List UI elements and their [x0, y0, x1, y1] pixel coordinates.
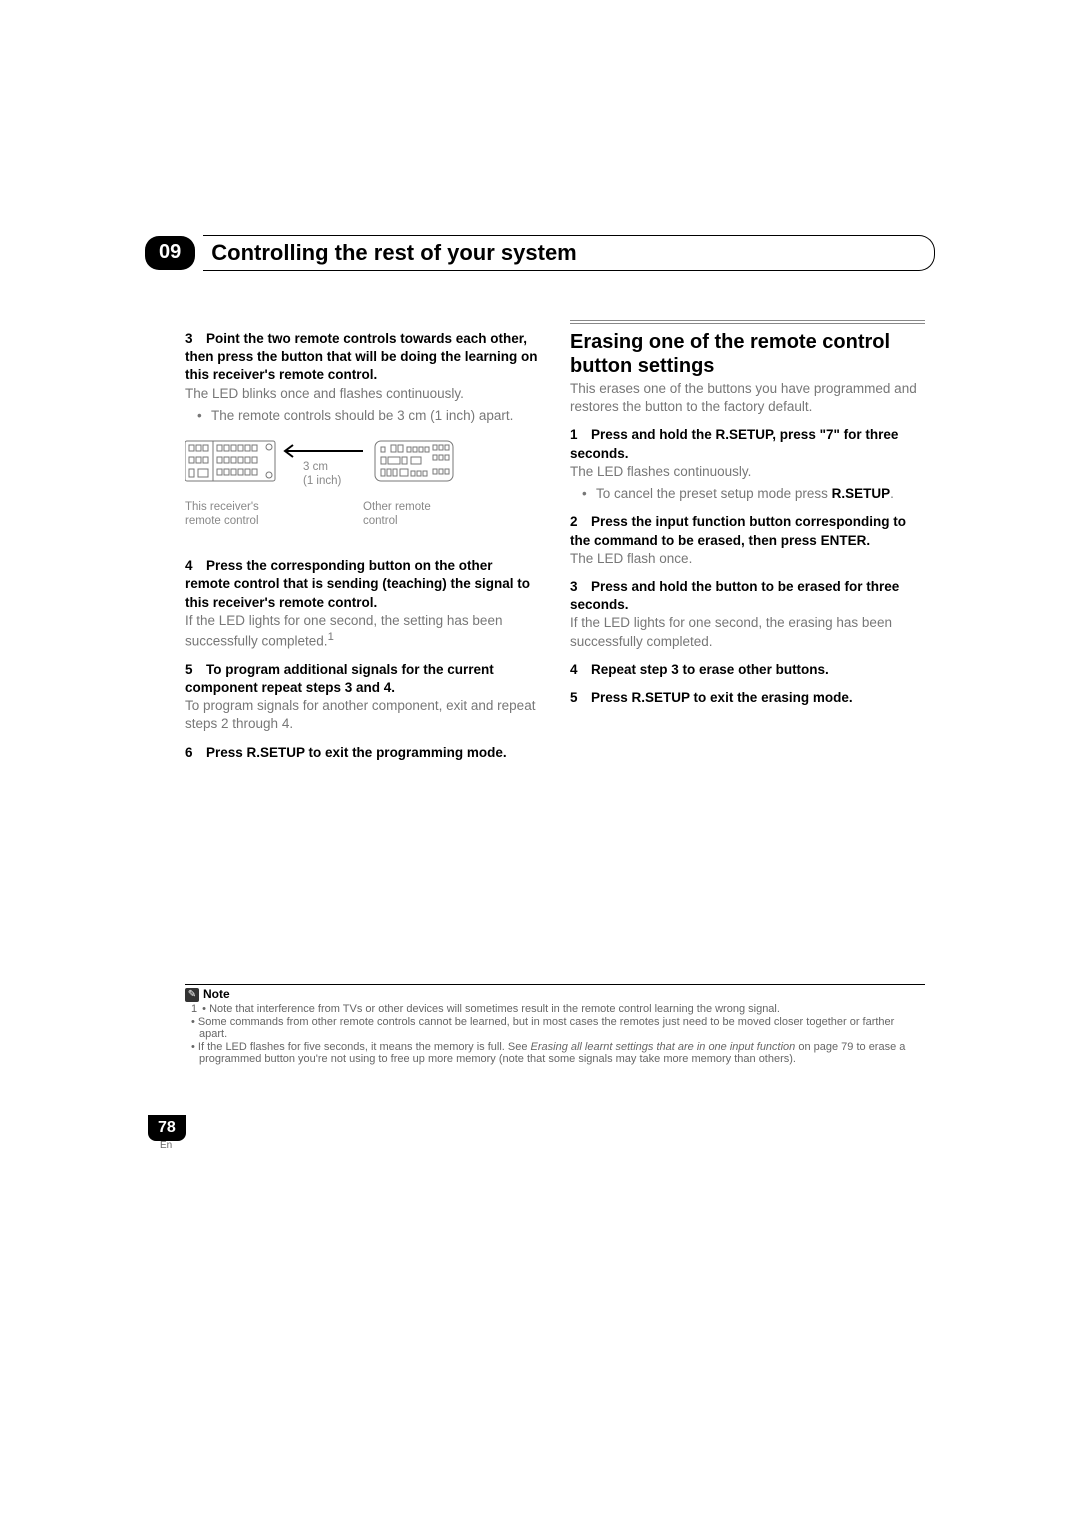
footnote-1: 1 • Note that interference from TVs or o…	[185, 1003, 925, 1015]
step-6-instruction: 6 Press R.SETUP to exit the programming …	[185, 744, 540, 762]
page-number-badge: 78	[148, 1115, 186, 1141]
erase-step-1: 1 Press and hold the R.SETUP, press "7" …	[570, 426, 925, 462]
content-columns: 3 Point the two remote controls towards …	[185, 320, 925, 762]
diagram-label-left: This receiver's remote control	[185, 501, 295, 529]
diagram-label-right: Other remote control	[363, 501, 463, 529]
step-4-instruction: 4 Press the corresponding button on the …	[185, 557, 540, 612]
right-column: Erasing one of the remote control button…	[570, 320, 925, 762]
chapter-title: Controlling the rest of your system	[203, 235, 935, 271]
erase-step-4: 4 Repeat step 3 to erase other buttons.	[570, 661, 925, 679]
chapter-header: 09 Controlling the rest of your system	[145, 235, 935, 271]
footnote-section: ✎Note 1 • Note that interference from TV…	[185, 984, 925, 1066]
footnote-2: • Some commands from other remote contro…	[185, 1016, 925, 1040]
manual-page: 09 Controlling the rest of your system 3…	[0, 0, 1080, 1527]
step-3-note: The remote controls should be 3 cm (1 in…	[185, 407, 540, 425]
footnote-heading: ✎Note	[185, 987, 925, 1002]
step-3-instruction: 3 Point the two remote controls towards …	[185, 330, 540, 385]
left-column: 3 Point the two remote controls towards …	[185, 320, 540, 762]
erase-step-2-result: The LED flash once.	[570, 550, 925, 568]
note-icon: ✎	[185, 988, 199, 1002]
erase-step-2: 2 Press the input function button corres…	[570, 513, 925, 549]
diagram-distance: 3 cm (1 inch)	[303, 461, 341, 489]
footnote-rule	[185, 984, 925, 985]
step-5-result: To program signals for another component…	[185, 697, 540, 733]
footnote-3: • If the LED flashes for five seconds, i…	[185, 1041, 925, 1065]
erase-step-1-result: The LED flashes continuously.	[570, 463, 925, 481]
erase-step-3: 3 Press and hold the button to be erased…	[570, 578, 925, 614]
step-4-result: If the LED lights for one second, the se…	[185, 612, 540, 651]
step-5-instruction: 5 To program additional signals for the …	[185, 661, 540, 697]
chapter-number-badge: 09	[145, 236, 195, 270]
section-heading: Erasing one of the remote control button…	[570, 320, 925, 378]
remote-diagram: 3 cm (1 inch) This receiver's remote con…	[185, 439, 540, 529]
erase-step-1-note: To cancel the preset setup mode press R.…	[570, 485, 925, 503]
step-3-result: The LED blinks once and flashes continuo…	[185, 385, 540, 403]
erase-step-5: 5 Press R.SETUP to exit the erasing mode…	[570, 689, 925, 707]
section-intro: This erases one of the buttons you have …	[570, 380, 925, 416]
erase-step-3-result: If the LED lights for one second, the er…	[570, 614, 925, 650]
page-language: En	[160, 1140, 172, 1151]
